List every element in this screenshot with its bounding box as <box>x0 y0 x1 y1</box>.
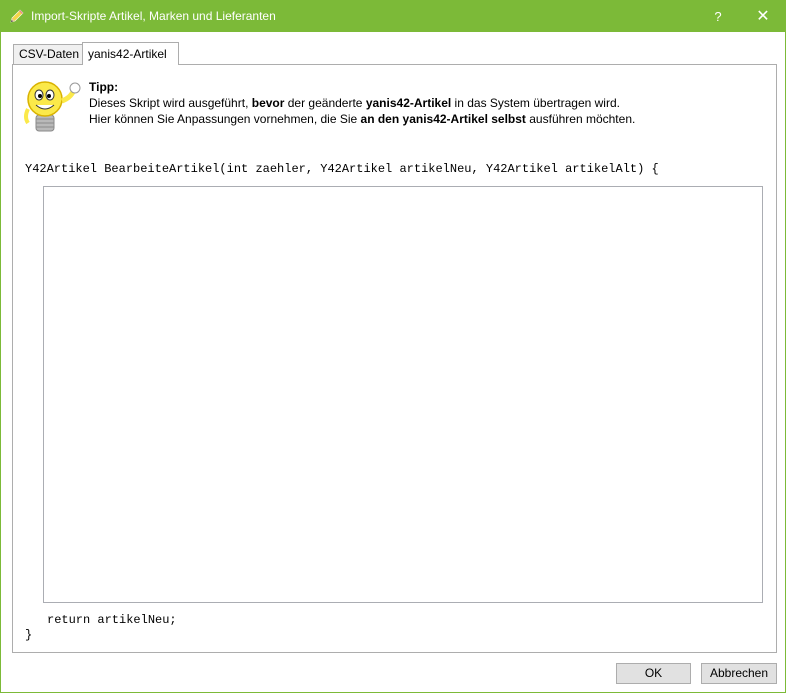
closing-brace: } <box>25 628 33 642</box>
script-editor[interactable] <box>43 186 763 603</box>
function-signature: Y42Artikel BearbeiteArtikel(int zaehler,… <box>25 162 659 176</box>
ok-button[interactable]: OK <box>616 663 691 684</box>
dialog-window: Import-Skripte Artikel, Marken und Liefe… <box>0 0 786 693</box>
title-bar[interactable]: Import-Skripte Artikel, Marken und Liefe… <box>1 1 785 32</box>
lightbulb-mascot-icon <box>22 79 84 135</box>
cancel-button[interactable]: Abbrechen <box>701 663 777 684</box>
tip-text-line-1: Dieses Skript wird ausgeführt, bevor der… <box>89 96 620 110</box>
close-button[interactable]: ✕ <box>747 1 779 32</box>
tip-heading: Tipp: <box>89 80 119 94</box>
tab-yanis42-artikel[interactable]: yanis42-Artikel <box>82 42 179 65</box>
pencil-icon <box>9 8 25 24</box>
window-title: Import-Skripte Artikel, Marken und Liefe… <box>31 9 276 23</box>
tab-csv-daten[interactable]: CSV-Daten <box>13 44 83 64</box>
help-button[interactable]: ? <box>703 1 733 32</box>
tip-text-line-2: Hier können Sie Anpassungen vornehmen, d… <box>89 112 636 126</box>
return-statement: return artikelNeu; <box>47 613 177 627</box>
